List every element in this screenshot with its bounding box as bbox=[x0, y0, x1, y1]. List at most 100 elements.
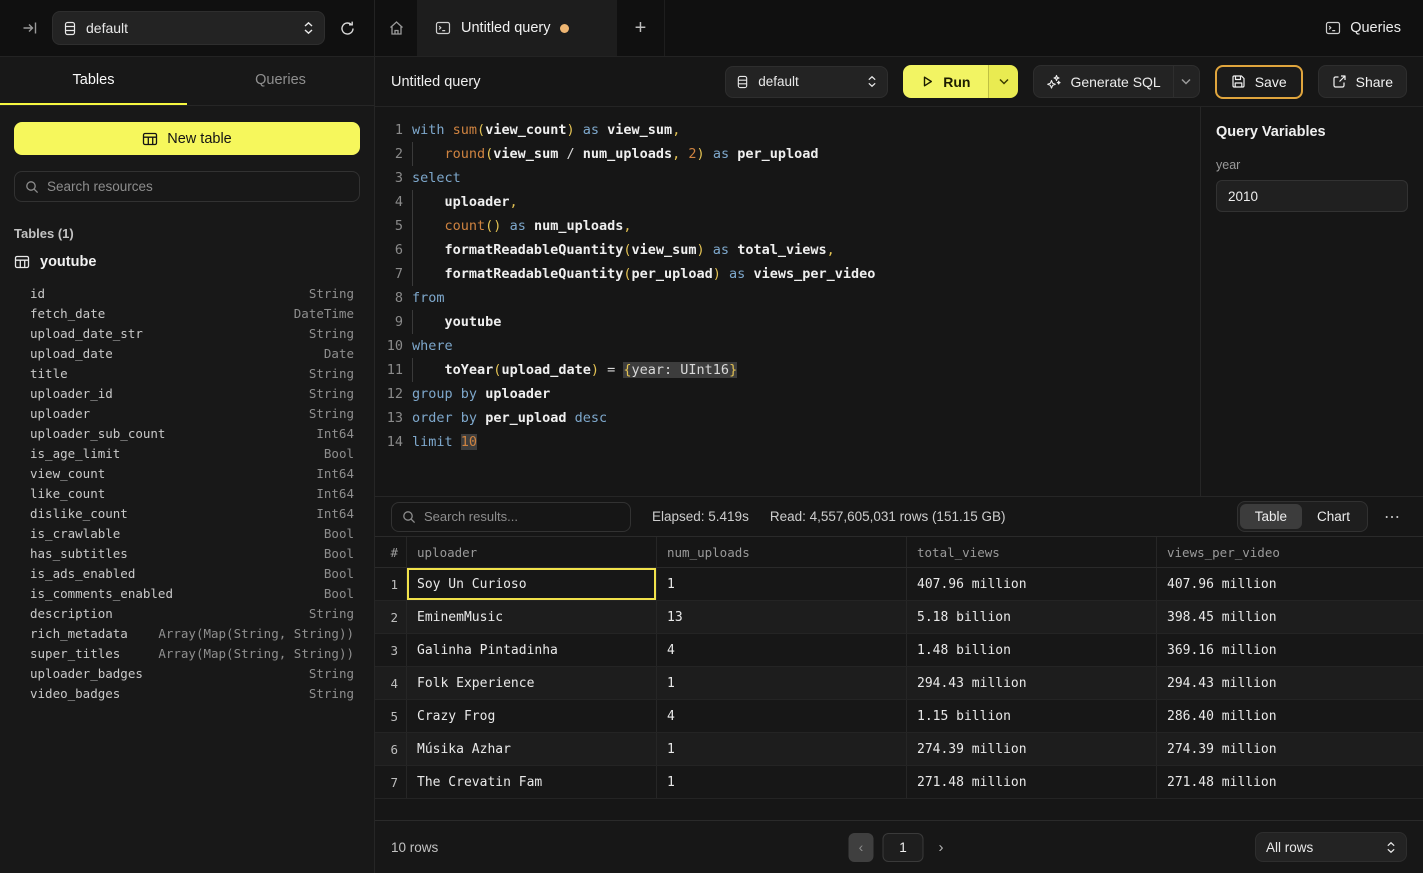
results-search[interactable] bbox=[391, 502, 631, 532]
column-row[interactable]: uploader_idString bbox=[0, 383, 374, 403]
table-cell[interactable]: 13 bbox=[657, 601, 907, 633]
sidebar-search[interactable] bbox=[14, 171, 360, 202]
next-page-button[interactable]: › bbox=[933, 837, 950, 858]
table-cell[interactable]: Folk Experience bbox=[407, 667, 657, 699]
sql-editor[interactable]: 1with sum(view_count) as view_sum,2 roun… bbox=[375, 107, 1200, 496]
table-cell[interactable]: 274.39 million bbox=[1157, 733, 1423, 765]
generate-sql-button[interactable]: Generate SQL bbox=[1034, 74, 1172, 90]
sidebar-tab-queries[interactable]: Queries bbox=[187, 57, 374, 105]
run-button[interactable]: Run bbox=[903, 65, 988, 98]
column-header-num-uploads[interactable]: num_uploads bbox=[657, 537, 907, 567]
view-tab-chart[interactable]: Chart bbox=[1302, 504, 1365, 529]
collapse-sidebar-button[interactable] bbox=[18, 16, 42, 40]
table-cell[interactable]: Músika Azhar bbox=[407, 733, 657, 765]
column-row[interactable]: super_titlesArray(Map(String, String)) bbox=[0, 643, 374, 663]
editor-line[interactable]: 8from bbox=[375, 286, 1200, 310]
column-row[interactable]: titleString bbox=[0, 363, 374, 383]
table-cell[interactable]: 398.45 million bbox=[1157, 601, 1423, 633]
column-row[interactable]: fetch_dateDateTime bbox=[0, 303, 374, 323]
generate-sql-options-button[interactable] bbox=[1173, 66, 1199, 97]
table-cell[interactable]: 294.43 million bbox=[907, 667, 1157, 699]
share-button[interactable]: Share bbox=[1318, 65, 1407, 98]
table-cell[interactable]: 1 bbox=[657, 667, 907, 699]
editor-line[interactable]: 2 round(view_sum / num_uploads, 2) as pe… bbox=[375, 142, 1200, 166]
page-number-input[interactable] bbox=[883, 833, 924, 862]
table-cell[interactable]: Crazy Frog bbox=[407, 700, 657, 732]
results-menu-button[interactable]: ⋯ bbox=[1378, 503, 1407, 531]
column-row[interactable]: is_comments_enabledBool bbox=[0, 583, 374, 603]
table-cell[interactable]: 274.39 million bbox=[907, 733, 1157, 765]
new-tab-button[interactable]: + bbox=[617, 0, 665, 56]
table-cell[interactable]: 4 bbox=[657, 700, 907, 732]
editor-line[interactable]: 11 toYear(upload_date) = {year: UInt16} bbox=[375, 358, 1200, 382]
sidebar-tab-tables[interactable]: Tables bbox=[0, 57, 187, 105]
table-cell[interactable]: 286.40 million bbox=[1157, 700, 1423, 732]
column-header-total-views[interactable]: total_views bbox=[907, 537, 1157, 567]
queries-button[interactable]: Queries bbox=[1325, 20, 1401, 36]
column-row[interactable]: is_ads_enabledBool bbox=[0, 563, 374, 583]
table-cell[interactable]: 4 bbox=[657, 634, 907, 666]
page-size-selector[interactable]: All rows bbox=[1255, 832, 1407, 862]
column-row[interactable]: is_age_limitBool bbox=[0, 443, 374, 463]
editor-line[interactable]: 12group by uploader bbox=[375, 382, 1200, 406]
view-tab-table[interactable]: Table bbox=[1240, 504, 1302, 529]
save-button[interactable]: Save bbox=[1215, 65, 1303, 99]
column-row[interactable]: upload_dateDate bbox=[0, 343, 374, 363]
column-header-index[interactable]: # bbox=[375, 537, 407, 567]
editor-line[interactable]: 6 formatReadableQuantity(view_sum) as to… bbox=[375, 238, 1200, 262]
table-cell[interactable]: 407.96 million bbox=[1157, 568, 1423, 600]
column-row[interactable]: uploaderString bbox=[0, 403, 374, 423]
table-cell[interactable]: 5.18 billion bbox=[907, 601, 1157, 633]
column-type: DateTime bbox=[294, 306, 354, 321]
column-row[interactable]: uploader_sub_countInt64 bbox=[0, 423, 374, 443]
editor-line[interactable]: 13order by per_upload desc bbox=[375, 406, 1200, 430]
editor-line[interactable]: 7 formatReadableQuantity(per_upload) as … bbox=[375, 262, 1200, 286]
selected-table-cell[interactable]: Soy Un Curioso bbox=[407, 568, 657, 600]
results-search-input[interactable] bbox=[424, 509, 620, 524]
tab-untitled-query[interactable]: Untitled query bbox=[417, 0, 617, 56]
column-header-uploader[interactable]: uploader bbox=[407, 537, 657, 567]
previous-page-button[interactable]: ‹ bbox=[849, 833, 874, 862]
column-row[interactable]: upload_date_strString bbox=[0, 323, 374, 343]
column-row[interactable]: dislike_countInt64 bbox=[0, 503, 374, 523]
column-row[interactable]: descriptionString bbox=[0, 603, 374, 623]
table-cell[interactable]: 1 bbox=[657, 733, 907, 765]
column-row[interactable]: is_crawlableBool bbox=[0, 523, 374, 543]
sidebar-search-input[interactable] bbox=[47, 179, 349, 194]
table-cell[interactable]: 1 bbox=[657, 766, 907, 798]
column-row[interactable]: has_subtitlesBool bbox=[0, 543, 374, 563]
table-cell[interactable]: Galinha Pintadinha bbox=[407, 634, 657, 666]
table-cell[interactable]: 271.48 million bbox=[1157, 766, 1423, 798]
table-cell[interactable]: 407.96 million bbox=[907, 568, 1157, 600]
table-cell[interactable]: 369.16 million bbox=[1157, 634, 1423, 666]
home-button[interactable] bbox=[375, 0, 417, 56]
query-database-selector[interactable]: default bbox=[725, 66, 888, 98]
table-cell[interactable]: EminemMusic bbox=[407, 601, 657, 633]
editor-line[interactable]: 5 count() as num_uploads, bbox=[375, 214, 1200, 238]
column-row[interactable]: view_countInt64 bbox=[0, 463, 374, 483]
column-row[interactable]: like_countInt64 bbox=[0, 483, 374, 503]
table-cell[interactable]: 1.15 billion bbox=[907, 700, 1157, 732]
run-options-button[interactable] bbox=[988, 65, 1018, 98]
table-cell[interactable]: 1 bbox=[657, 568, 907, 600]
column-row[interactable]: uploader_badgesString bbox=[0, 663, 374, 683]
new-table-button[interactable]: New table bbox=[14, 122, 360, 155]
column-row[interactable]: rich_metadataArray(Map(String, String)) bbox=[0, 623, 374, 643]
column-header-views-per-video[interactable]: views_per_video bbox=[1157, 537, 1423, 567]
table-cell[interactable]: The Crevatin Fam bbox=[407, 766, 657, 798]
refresh-button[interactable] bbox=[335, 16, 360, 41]
column-row[interactable]: video_badgesString bbox=[0, 683, 374, 703]
editor-line[interactable]: 3select bbox=[375, 166, 1200, 190]
table-cell[interactable]: 1.48 billion bbox=[907, 634, 1157, 666]
sidebar-table-youtube[interactable]: youtube bbox=[14, 254, 360, 270]
editor-line[interactable]: 10where bbox=[375, 334, 1200, 358]
variable-year-input[interactable] bbox=[1216, 180, 1408, 212]
editor-line[interactable]: 4 uploader, bbox=[375, 190, 1200, 214]
editor-line[interactable]: 9 youtube bbox=[375, 310, 1200, 334]
table-cell[interactable]: 271.48 million bbox=[907, 766, 1157, 798]
column-row[interactable]: idString bbox=[0, 283, 374, 303]
editor-line[interactable]: 14limit 10 bbox=[375, 430, 1200, 454]
database-selector[interactable]: default bbox=[52, 11, 325, 45]
table-cell[interactable]: 294.43 million bbox=[1157, 667, 1423, 699]
editor-line[interactable]: 1with sum(view_count) as view_sum, bbox=[375, 118, 1200, 142]
